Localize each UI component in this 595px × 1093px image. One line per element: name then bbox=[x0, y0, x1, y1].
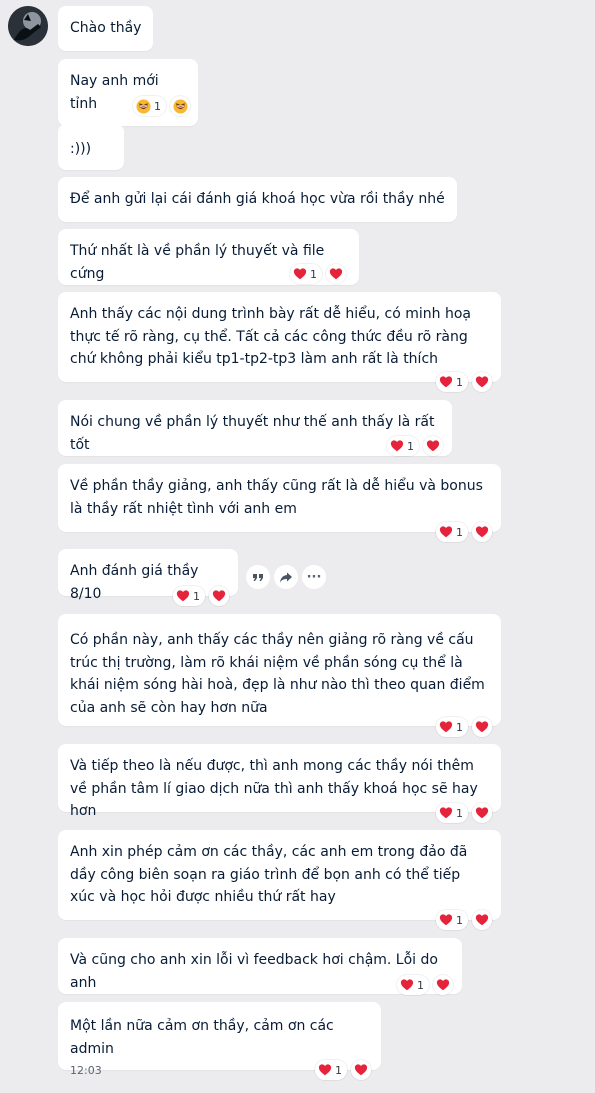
react-button[interactable] bbox=[326, 264, 346, 284]
laugh-emoji-icon bbox=[172, 98, 188, 114]
reaction-count-pill[interactable]: 1 bbox=[436, 803, 468, 823]
message-text: Anh thấy các nội dung trình bày rất dễ h… bbox=[70, 306, 471, 367]
reaction-count: 1 bbox=[456, 375, 463, 389]
reaction-count-pill[interactable]: 1 bbox=[436, 910, 468, 930]
more-options-button[interactable]: ··· bbox=[302, 565, 326, 589]
avatar[interactable] bbox=[8, 6, 48, 46]
message-reactions: 1 bbox=[173, 586, 229, 606]
message-text: Thứ nhất là về phần lý thuyết và file cứ… bbox=[70, 243, 325, 282]
message-reactions: 1 bbox=[315, 1060, 371, 1080]
reaction-count: 1 bbox=[193, 589, 200, 603]
message-hover-actions: ··· bbox=[246, 565, 326, 589]
message-reactions: 1 bbox=[397, 975, 453, 995]
react-button[interactable] bbox=[170, 96, 190, 116]
heart-icon bbox=[439, 914, 453, 926]
heart-icon bbox=[400, 979, 414, 991]
forward-icon bbox=[280, 572, 292, 583]
message-text: Chào thầy bbox=[70, 20, 142, 36]
reaction-count-pill[interactable]: 1 bbox=[290, 264, 322, 284]
react-button[interactable] bbox=[351, 1060, 371, 1080]
reaction-count: 1 bbox=[456, 525, 463, 539]
heart-icon bbox=[439, 721, 453, 733]
message-bubble[interactable]: Chào thầy bbox=[58, 6, 154, 51]
reaction-count-pill[interactable]: 1 bbox=[436, 522, 468, 542]
avatar-image bbox=[8, 6, 48, 46]
heart-icon bbox=[475, 914, 489, 926]
react-button[interactable] bbox=[433, 975, 453, 995]
message-reactions: 1 bbox=[133, 96, 190, 116]
message-bubble[interactable]: Để anh gửi lại cái đánh giá khoá học vừa… bbox=[58, 177, 457, 222]
message-text: Anh xin phép cảm ơn các thầy, các anh em… bbox=[70, 844, 468, 905]
heart-icon bbox=[439, 807, 453, 819]
heart-icon bbox=[439, 376, 453, 388]
heart-icon bbox=[475, 807, 489, 819]
reaction-count: 1 bbox=[456, 913, 463, 927]
react-button[interactable] bbox=[472, 910, 492, 930]
heart-icon bbox=[318, 1064, 332, 1076]
message-text: Có phần này, anh thấy các thầy nên giảng… bbox=[70, 632, 485, 716]
reaction-count-pill[interactable]: 1 bbox=[387, 436, 419, 456]
heart-icon bbox=[439, 526, 453, 538]
more-icon: ··· bbox=[306, 569, 322, 585]
message-bubble[interactable]: Và tiếp theo là nếu được, thì anh mong c… bbox=[58, 744, 501, 819]
heart-icon bbox=[390, 440, 404, 452]
message-bubble[interactable]: Có phần này, anh thấy các thầy nên giảng… bbox=[58, 614, 501, 726]
reaction-count-pill[interactable]: 1 bbox=[315, 1060, 347, 1080]
laugh-emoji-icon bbox=[136, 98, 151, 114]
message-text: Về phần thầy giảng, anh thấy cũng rất là… bbox=[70, 478, 483, 517]
heart-icon bbox=[293, 268, 307, 280]
reaction-count-pill[interactable]: 1 bbox=[436, 717, 468, 737]
message-text: Và cũng cho anh xin lỗi vì feedback hơi … bbox=[70, 952, 438, 991]
heart-icon bbox=[212, 590, 226, 602]
react-button[interactable] bbox=[472, 372, 492, 392]
heart-icon bbox=[436, 979, 450, 991]
message-reactions: 1 bbox=[290, 264, 346, 284]
message-bubble[interactable]: :))) bbox=[58, 124, 124, 170]
reaction-count-pill[interactable]: 1 bbox=[397, 975, 429, 995]
message-reactions: 1 bbox=[436, 717, 492, 737]
heart-icon bbox=[475, 526, 489, 538]
heart-icon bbox=[475, 721, 489, 733]
message-reactions: 1 bbox=[436, 372, 492, 392]
message-text: Một lần nữa cảm ơn thầy, cảm ơn các admi… bbox=[70, 1018, 334, 1057]
message-reactions: 1 bbox=[436, 910, 492, 930]
reaction-count: 1 bbox=[154, 99, 161, 113]
heart-icon bbox=[354, 1064, 368, 1076]
heart-icon bbox=[176, 590, 190, 602]
reaction-count: 1 bbox=[310, 267, 317, 281]
message-reactions: 1 bbox=[387, 436, 443, 456]
message-bubble[interactable]: Anh xin phép cảm ơn các thầy, các anh em… bbox=[58, 830, 501, 920]
reaction-count: 1 bbox=[456, 806, 463, 820]
message-bubble[interactable]: Về phần thầy giảng, anh thấy cũng rất là… bbox=[58, 464, 501, 532]
forward-button[interactable] bbox=[274, 565, 298, 589]
reaction-count: 1 bbox=[417, 978, 424, 992]
heart-icon bbox=[475, 376, 489, 388]
chat-window: Chào thầy Nay anh mới tỉnh 1:))) Để anh… bbox=[0, 0, 595, 1093]
message-text: Và tiếp theo là nếu được, thì anh mong c… bbox=[70, 758, 478, 819]
reaction-count-pill[interactable]: 1 bbox=[173, 586, 205, 606]
message-bubble[interactable]: Anh thấy các nội dung trình bày rất dễ h… bbox=[58, 292, 501, 382]
reaction-count: 1 bbox=[456, 720, 463, 734]
react-button[interactable] bbox=[209, 586, 229, 606]
reaction-count-pill[interactable]: 1 bbox=[133, 96, 166, 116]
reaction-count-pill[interactable]: 1 bbox=[436, 372, 468, 392]
quote-icon bbox=[253, 574, 263, 581]
reaction-count: 1 bbox=[335, 1063, 342, 1077]
message-text: :))) bbox=[70, 141, 92, 157]
quote-button[interactable] bbox=[246, 565, 270, 589]
react-button[interactable] bbox=[472, 522, 492, 542]
heart-icon bbox=[329, 268, 343, 280]
message-reactions: 1 bbox=[436, 522, 492, 542]
message-text: Để anh gửi lại cái đánh giá khoá học vừa… bbox=[70, 191, 445, 207]
react-button[interactable] bbox=[423, 436, 443, 456]
heart-icon bbox=[426, 440, 440, 452]
message-reactions: 1 bbox=[436, 803, 492, 823]
reaction-count: 1 bbox=[407, 439, 414, 453]
message-text: Nói chung về phần lý thuyết như thế anh … bbox=[70, 414, 435, 453]
react-button[interactable] bbox=[472, 803, 492, 823]
react-button[interactable] bbox=[472, 717, 492, 737]
